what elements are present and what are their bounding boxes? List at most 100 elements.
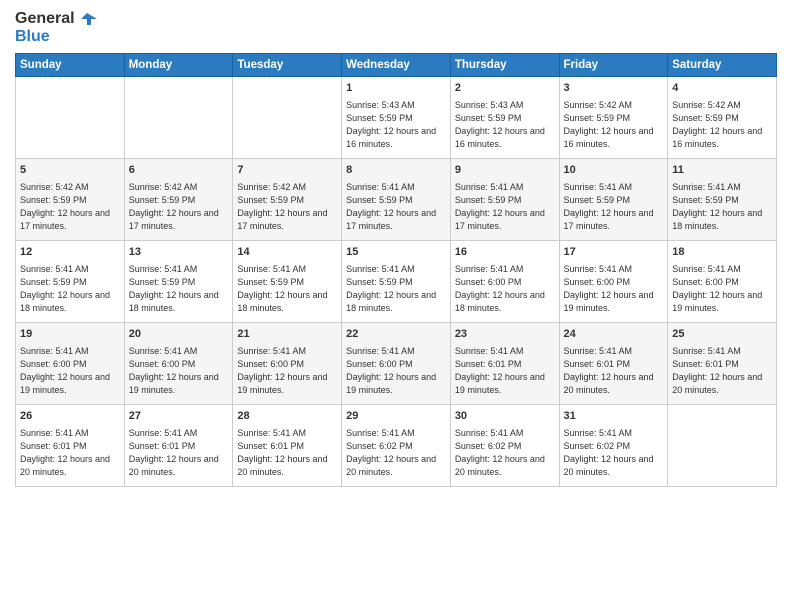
calendar-week-row: 12 Sunrise: 5:41 AM Sunset: 5:59 PM Dayli… [16,241,777,323]
day-number: 9 [455,163,555,178]
day-number: 15 [346,245,446,260]
day-number: 24 [564,327,664,342]
calendar-cell: 21 Sunrise: 5:41 AM Sunset: 6:00 PM Dayli… [233,323,342,405]
day-info: Sunrise: 5:41 AM Sunset: 6:02 PM Dayligh… [564,427,664,479]
calendar-cell: 29 Sunrise: 5:41 AM Sunset: 6:02 PM Dayli… [342,405,451,487]
calendar-week-row: 26Sunrise: 5:41 AM Sunset: 6:01 PM Dayli… [16,405,777,487]
col-header-friday: Friday [559,54,668,77]
day-number: 21 [237,327,337,342]
calendar-cell [668,405,777,487]
col-header-saturday: Saturday [668,54,777,77]
day-number: 3 [564,81,664,96]
day-info: Sunrise: 5:41 AM Sunset: 6:00 PM Dayligh… [237,345,337,397]
day-number: 25 [672,327,772,342]
calendar-cell: 16 Sunrise: 5:41 AM Sunset: 6:00 PM Dayli… [450,241,559,323]
day-number: 19 [20,327,120,342]
calendar-cell: 24Sunrise: 5:41 AM Sunset: 6:01 PM Dayli… [559,323,668,405]
calendar-cell: 5 Sunrise: 5:42 AM Sunset: 5:59 PM Daylig… [16,159,125,241]
day-number: 2 [455,81,555,96]
day-info: Sunrise: 5:41 AM Sunset: 6:00 PM Dayligh… [129,345,229,397]
calendar-cell: 8 Sunrise: 5:41 AM Sunset: 5:59 PM Daylig… [342,159,451,241]
calendar-cell: 28 Sunrise: 5:41 AM Sunset: 6:01 PM Dayli… [233,405,342,487]
day-info: Sunrise: 5:41 AM Sunset: 6:01 PM Dayligh… [129,427,229,479]
calendar-week-row: 1 Sunrise: 5:43 AM Sunset: 5:59 PM Daylig… [16,77,777,159]
day-info: Sunrise: 5:42 AM Sunset: 5:59 PM Dayligh… [20,181,120,233]
day-number: 30 [455,409,555,424]
calendar-cell: 18 Sunrise: 5:41 AM Sunset: 6:00 PM Dayli… [668,241,777,323]
calendar-cell: 10 Sunrise: 5:41 AM Sunset: 5:59 PM Dayli… [559,159,668,241]
day-info: Sunrise: 5:41 AM Sunset: 6:00 PM Dayligh… [20,345,120,397]
day-number: 1 [346,81,446,96]
day-number: 7 [237,163,337,178]
calendar-page: General Blue SundayMondayTuesdayWednesda… [0,0,792,612]
calendar-cell: 11 Sunrise: 5:41 AM Sunset: 5:59 PM Dayli… [668,159,777,241]
day-info: Sunrise: 5:42 AM Sunset: 5:59 PM Dayligh… [564,99,664,151]
day-info: Sunrise: 5:41 AM Sunset: 5:59 PM Dayligh… [20,263,120,315]
day-info: Sunrise: 5:43 AM Sunset: 5:59 PM Dayligh… [455,99,555,151]
day-number: 13 [129,245,229,260]
day-number: 12 [20,245,120,260]
day-info: Sunrise: 5:41 AM Sunset: 6:01 PM Dayligh… [20,427,120,479]
col-header-sunday: Sunday [16,54,125,77]
day-number: 8 [346,163,446,178]
day-number: 20 [129,327,229,342]
col-header-tuesday: Tuesday [233,54,342,77]
calendar-cell: 19 Sunrise: 5:41 AM Sunset: 6:00 PM Dayli… [16,323,125,405]
day-info: Sunrise: 5:41 AM Sunset: 6:00 PM Dayligh… [346,345,446,397]
calendar-cell: 14Sunrise: 5:41 AM Sunset: 5:59 PM Dayli… [233,241,342,323]
day-info: Sunrise: 5:41 AM Sunset: 6:01 PM Dayligh… [237,427,337,479]
day-number: 22 [346,327,446,342]
logo-general: General [15,10,75,28]
day-number: 11 [672,163,772,178]
day-info: Sunrise: 5:41 AM Sunset: 5:59 PM Dayligh… [346,181,446,233]
day-number: 29 [346,409,446,424]
day-info: Sunrise: 5:41 AM Sunset: 6:02 PM Dayligh… [455,427,555,479]
day-number: 10 [564,163,664,178]
calendar-cell: 9 Sunrise: 5:41 AM Sunset: 5:59 PM Daylig… [450,159,559,241]
day-number: 27 [129,409,229,424]
calendar-cell: 30 Sunrise: 5:41 AM Sunset: 6:02 PM Dayli… [450,405,559,487]
calendar-week-row: 5 Sunrise: 5:42 AM Sunset: 5:59 PM Daylig… [16,159,777,241]
calendar-cell [233,77,342,159]
day-info: Sunrise: 5:41 AM Sunset: 6:00 PM Dayligh… [455,263,555,315]
calendar-cell: 15 Sunrise: 5:41 AM Sunset: 5:59 PM Dayli… [342,241,451,323]
col-header-wednesday: Wednesday [342,54,451,77]
day-info: Sunrise: 5:41 AM Sunset: 5:59 PM Dayligh… [564,181,664,233]
calendar-cell: 22 Sunrise: 5:41 AM Sunset: 6:00 PM Dayli… [342,323,451,405]
calendar-cell: 25 Sunrise: 5:41 AM Sunset: 6:01 PM Dayli… [668,323,777,405]
col-header-monday: Monday [124,54,233,77]
day-info: Sunrise: 5:41 AM Sunset: 6:01 PM Dayligh… [672,345,772,397]
calendar-cell: 2 Sunrise: 5:43 AM Sunset: 5:59 PM Daylig… [450,77,559,159]
calendar-cell: 4 Sunrise: 5:42 AM Sunset: 5:59 PM Daylig… [668,77,777,159]
day-number: 31 [564,409,664,424]
calendar-body: 1 Sunrise: 5:43 AM Sunset: 5:59 PM Daylig… [16,77,777,487]
day-number: 5 [20,163,120,178]
day-number: 18 [672,245,772,260]
calendar-cell: 3 Sunrise: 5:42 AM Sunset: 5:59 PM Daylig… [559,77,668,159]
day-info: Sunrise: 5:41 AM Sunset: 6:02 PM Dayligh… [346,427,446,479]
day-info: Sunrise: 5:42 AM Sunset: 5:59 PM Dayligh… [672,99,772,151]
day-number: 14 [237,245,337,260]
day-info: Sunrise: 5:41 AM Sunset: 5:59 PM Dayligh… [455,181,555,233]
day-info: Sunrise: 5:41 AM Sunset: 6:01 PM Dayligh… [455,345,555,397]
calendar-cell [124,77,233,159]
calendar-header-row: SundayMondayTuesdayWednesdayThursdayFrid… [16,54,777,77]
calendar-cell: 17 Sunrise: 5:41 AM Sunset: 6:00 PM Dayli… [559,241,668,323]
calendar-table: SundayMondayTuesdayWednesdayThursdayFrid… [15,53,777,487]
day-number: 17 [564,245,664,260]
day-number: 28 [237,409,337,424]
calendar-cell: 23Sunrise: 5:41 AM Sunset: 6:01 PM Dayli… [450,323,559,405]
day-number: 16 [455,245,555,260]
day-info: Sunrise: 5:42 AM Sunset: 5:59 PM Dayligh… [129,181,229,233]
day-info: Sunrise: 5:41 AM Sunset: 6:00 PM Dayligh… [672,263,772,315]
calendar-cell: 12 Sunrise: 5:41 AM Sunset: 5:59 PM Dayli… [16,241,125,323]
calendar-cell: 13Sunrise: 5:41 AM Sunset: 5:59 PM Dayli… [124,241,233,323]
day-number: 4 [672,81,772,96]
calendar-cell: 26Sunrise: 5:41 AM Sunset: 6:01 PM Dayli… [16,405,125,487]
day-info: Sunrise: 5:43 AM Sunset: 5:59 PM Dayligh… [346,99,446,151]
day-info: Sunrise: 5:41 AM Sunset: 5:59 PM Dayligh… [672,181,772,233]
calendar-cell: 27 Sunrise: 5:41 AM Sunset: 6:01 PM Dayli… [124,405,233,487]
day-info: Sunrise: 5:41 AM Sunset: 5:59 PM Dayligh… [346,263,446,315]
day-info: Sunrise: 5:41 AM Sunset: 6:00 PM Dayligh… [564,263,664,315]
calendar-cell: 7Sunrise: 5:42 AM Sunset: 5:59 PM Daylig… [233,159,342,241]
